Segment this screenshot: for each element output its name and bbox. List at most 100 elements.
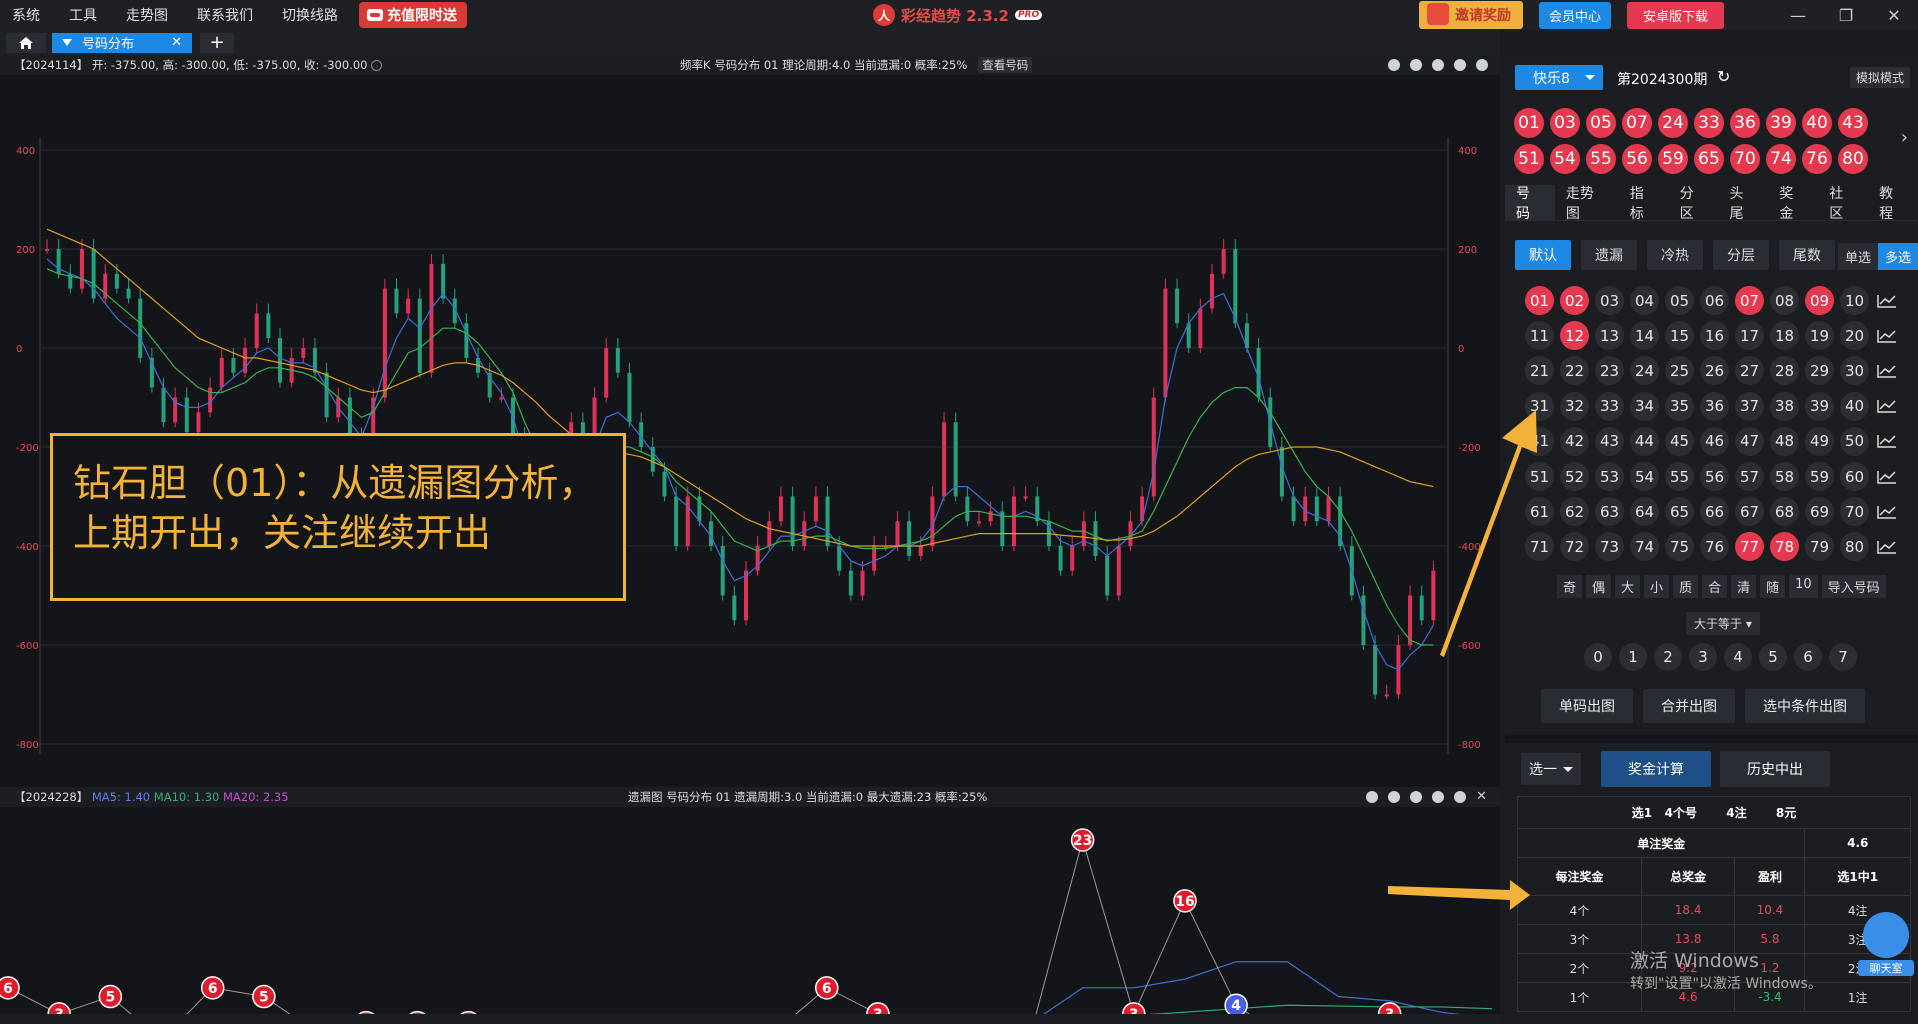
number-ball[interactable]: 29 xyxy=(1805,356,1834,386)
number-ball[interactable]: 01 xyxy=(1525,286,1554,316)
digit-ball[interactable]: 0 xyxy=(1584,643,1612,671)
reset-icon-2[interactable] xyxy=(1388,791,1400,803)
number-ball[interactable]: 54 xyxy=(1630,462,1659,492)
number-ball[interactable]: 48 xyxy=(1770,426,1799,456)
number-ball[interactable]: 08 xyxy=(1770,286,1799,316)
lottery-select[interactable]: 快乐8 xyxy=(1515,65,1603,90)
trend-chart-icon[interactable] xyxy=(1877,399,1897,413)
nav-tab[interactable]: 奖金 xyxy=(1768,185,1818,222)
number-ball[interactable]: 52 xyxy=(1560,462,1589,492)
number-ball[interactable]: 70 xyxy=(1840,497,1869,527)
number-ball[interactable]: 68 xyxy=(1770,497,1799,527)
number-ball[interactable]: 42 xyxy=(1560,426,1589,456)
number-ball[interactable]: 46 xyxy=(1700,426,1729,456)
number-ball[interactable]: 64 xyxy=(1630,497,1659,527)
restore-icon[interactable]: ❐ xyxy=(1822,6,1870,25)
number-ball[interactable]: 61 xyxy=(1525,497,1554,527)
number-ball[interactable]: 67 xyxy=(1735,497,1764,527)
digit-ball[interactable]: 6 xyxy=(1794,643,1822,671)
condition-chart-button[interactable]: 选中条件出图 xyxy=(1745,689,1865,723)
view-tab[interactable]: 遗漏 xyxy=(1581,240,1637,270)
frequency-k-chart[interactable]: 400 400 200 200 0 0 -200 -200 -400 -400 -600 -600 -8… xyxy=(0,75,1500,780)
number-ball[interactable]: 02 xyxy=(1560,286,1589,316)
number-ball[interactable]: 22 xyxy=(1560,356,1589,386)
number-ball[interactable]: 45 xyxy=(1665,426,1694,456)
tab-close-icon[interactable]: ✕ xyxy=(171,35,182,50)
nav-tab[interactable]: 社区 xyxy=(1818,185,1868,222)
single-select-button[interactable]: 单选 xyxy=(1837,243,1878,270)
number-ball[interactable]: 30 xyxy=(1840,356,1869,386)
recharge-promo-button[interactable]: 充值限时送 xyxy=(359,2,467,28)
nav-tab[interactable]: 走势图 xyxy=(1555,185,1619,222)
filter-button[interactable]: 奇 xyxy=(1557,575,1583,598)
chevron-right-icon[interactable]: › xyxy=(1901,127,1908,148)
digit-ball[interactable]: 4 xyxy=(1724,643,1752,671)
number-ball[interactable]: 26 xyxy=(1700,356,1729,386)
number-ball[interactable]: 04 xyxy=(1630,286,1659,316)
settings-icon[interactable] xyxy=(1476,59,1488,71)
bottom-indicator-tabs[interactable] xyxy=(0,1014,1500,1024)
number-ball[interactable]: 47 xyxy=(1735,426,1764,456)
menu-switch-line[interactable]: 切换线路 xyxy=(282,5,338,25)
number-ball[interactable]: 36 xyxy=(1700,391,1729,421)
number-ball[interactable]: 14 xyxy=(1630,321,1659,351)
view-numbers-button[interactable]: 查看号码 xyxy=(978,57,1033,73)
move-down-icon-2[interactable] xyxy=(1432,791,1444,803)
number-ball[interactable]: 66 xyxy=(1700,497,1729,527)
number-ball[interactable]: 41 xyxy=(1525,426,1554,456)
invite-reward-button[interactable]: 邀请奖励 xyxy=(1418,1,1523,29)
number-ball[interactable]: 17 xyxy=(1735,321,1764,351)
number-ball[interactable]: 16 xyxy=(1700,321,1729,351)
menu-tools[interactable]: 工具 xyxy=(69,5,97,25)
pick-select[interactable]: 选一 xyxy=(1521,753,1581,785)
filter-button[interactable]: 清 xyxy=(1731,575,1757,598)
single-chart-button[interactable]: 单码出图 xyxy=(1541,689,1633,723)
digit-ball[interactable]: 7 xyxy=(1829,643,1857,671)
number-ball[interactable]: 62 xyxy=(1560,497,1589,527)
merge-chart-button[interactable]: 合并出图 xyxy=(1643,689,1735,723)
number-ball[interactable]: 21 xyxy=(1525,356,1554,386)
add-tab-button[interactable]: + xyxy=(200,32,234,53)
number-ball[interactable]: 07 xyxy=(1735,286,1764,316)
number-ball[interactable]: 55 xyxy=(1665,462,1694,492)
number-ball[interactable]: 53 xyxy=(1595,462,1624,492)
filter-button[interactable]: 大 xyxy=(1615,575,1641,598)
filter-button[interactable]: 合 xyxy=(1702,575,1728,598)
prize-calc-button[interactable]: 奖金计算 xyxy=(1601,751,1711,787)
number-ball[interactable]: 71 xyxy=(1525,532,1554,562)
number-ball[interactable]: 57 xyxy=(1735,462,1764,492)
number-ball[interactable]: 60 xyxy=(1840,462,1869,492)
menu-trend[interactable]: 走势图 xyxy=(126,5,168,25)
home-button[interactable] xyxy=(6,32,46,53)
number-ball[interactable]: 10 xyxy=(1840,286,1869,316)
number-ball[interactable]: 25 xyxy=(1665,356,1694,386)
number-ball[interactable]: 05 xyxy=(1665,286,1694,316)
multi-select-button[interactable]: 多选 xyxy=(1877,243,1918,270)
draw-icon[interactable] xyxy=(1388,59,1400,71)
number-ball[interactable]: 11 xyxy=(1525,321,1554,351)
number-ball[interactable]: 15 xyxy=(1665,321,1694,351)
close-icon[interactable]: ✕ xyxy=(1870,6,1918,25)
trend-chart-icon[interactable] xyxy=(1877,434,1897,449)
number-ball[interactable]: 80 xyxy=(1840,532,1869,562)
number-ball[interactable]: 24 xyxy=(1630,356,1659,386)
member-center-button[interactable]: 会员中心 xyxy=(1538,1,1611,29)
menu-contact[interactable]: 联系我们 xyxy=(197,5,253,25)
number-ball[interactable]: 76 xyxy=(1700,532,1729,562)
view-tab[interactable]: 默认 xyxy=(1515,240,1571,270)
tab-number-distribution[interactable]: 号码分布 ✕ xyxy=(52,32,192,53)
filter-button[interactable]: 偶 xyxy=(1586,575,1612,598)
number-ball[interactable]: 34 xyxy=(1630,391,1659,421)
number-ball[interactable]: 32 xyxy=(1560,391,1589,421)
filter-button[interactable]: 随 xyxy=(1760,575,1786,598)
number-ball[interactable]: 18 xyxy=(1770,321,1799,351)
nav-tab[interactable]: 号码 xyxy=(1505,184,1555,222)
number-ball[interactable]: 39 xyxy=(1805,391,1834,421)
move-up-icon-2[interactable] xyxy=(1410,791,1422,803)
view-tab[interactable]: 分层 xyxy=(1713,240,1769,270)
trend-chart-icon[interactable] xyxy=(1877,470,1897,484)
number-ball[interactable]: 58 xyxy=(1770,462,1799,492)
digit-ball[interactable]: 2 xyxy=(1654,643,1682,671)
number-ball[interactable]: 35 xyxy=(1665,391,1694,421)
trend-chart-icon[interactable] xyxy=(1877,294,1897,308)
